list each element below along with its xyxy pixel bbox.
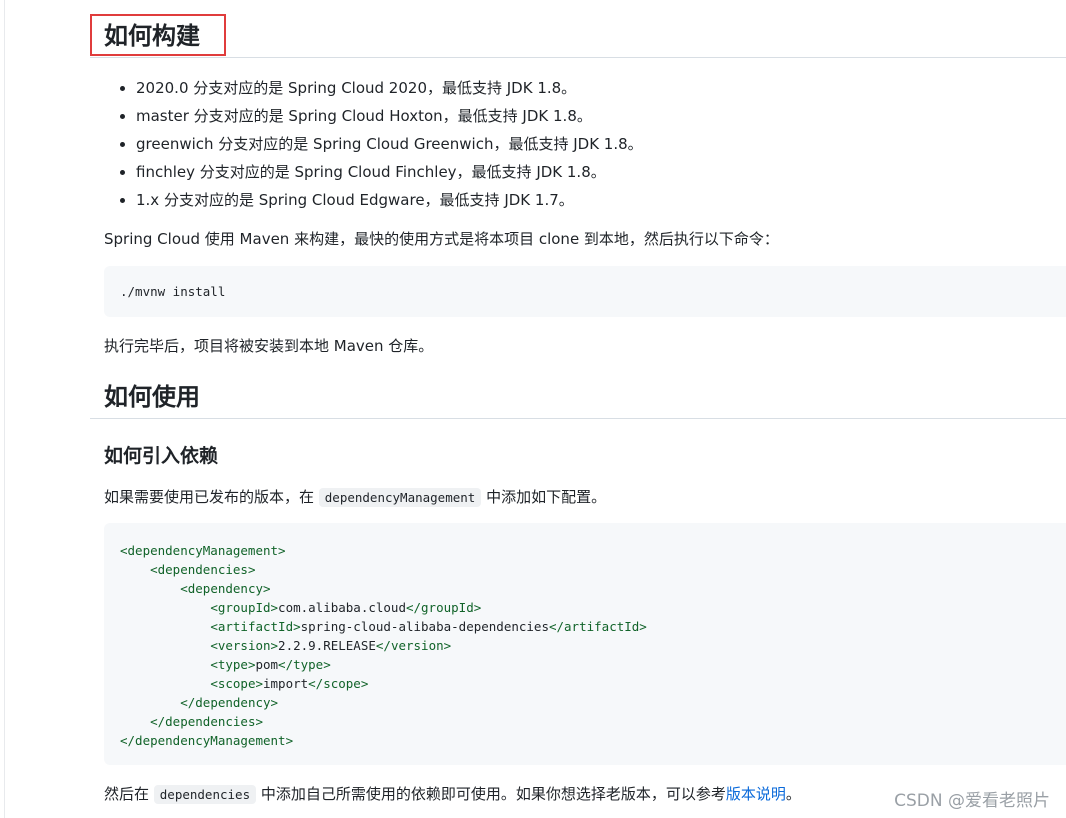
branch-list: 2020.0 分支对应的是 Spring Cloud 2020，最低支持 JDK…: [118, 74, 643, 214]
inline-code-dependency-management: dependencyManagement: [318, 488, 482, 507]
footer-middle: 中添加自己所需使用的依赖即可使用。如果你想选择老版本，可以参考: [256, 785, 726, 803]
branch-item: master 分支对应的是 Spring Cloud Hoxton，最低支持 J…: [136, 102, 643, 130]
dependency-intro-before: 如果需要使用已发布的版本，在: [104, 488, 319, 506]
dependency-footer-text: 然后在 dependencies 中添加自己所需使用的依赖即可使用。如果你想选择…: [104, 782, 801, 807]
csdn-watermark: CSDN @爱看老照片: [894, 791, 1050, 811]
branch-item: finchley 分支对应的是 Spring Cloud Finchley，最低…: [136, 158, 643, 186]
heading-use: 如何使用: [104, 383, 200, 411]
build-intro-text: Spring Cloud 使用 Maven 来构建，最快的使用方式是将本项目 c…: [104, 230, 779, 248]
branch-item: greenwich 分支对应的是 Spring Cloud Greenwich，…: [136, 130, 643, 158]
xml-line: <dependencyManagement>: [120, 543, 286, 558]
page: 如何构建 2020.0 分支对应的是 Spring Cloud 2020，最低支…: [0, 0, 1066, 818]
branch-item: 1.x 分支对应的是 Spring Cloud Edgware，最低支持 JDK…: [136, 186, 643, 214]
left-divider: [4, 0, 5, 818]
heading-use-rule: [90, 418, 1066, 419]
heading-build: 如何构建: [104, 22, 200, 50]
xml-line: <dependencies>: [150, 562, 256, 577]
xml-line: <artifactId>spring-cloud-alibaba-depende…: [210, 619, 647, 634]
xml-code-block[interactable]: <dependencyManagement> <dependencies> <d…: [104, 523, 1066, 765]
xml-line: </dependencyManagement>: [120, 733, 294, 748]
xml-line: <type>pom</type>: [210, 657, 331, 672]
xml-line: <groupId>com.alibaba.cloud</groupId>: [210, 600, 482, 615]
inline-code-dependencies: dependencies: [153, 785, 257, 804]
xml-line: </dependencies>: [150, 714, 263, 729]
branch-item: 2020.0 分支对应的是 Spring Cloud 2020，最低支持 JDK…: [136, 74, 643, 102]
heading-dependencies: 如何引入依赖: [104, 445, 219, 467]
xml-line: <scope>import</scope>: [210, 676, 369, 691]
dependency-intro-text: 如果需要使用已发布的版本，在 dependencyManagement 中添加如…: [104, 485, 606, 510]
xml-line: <version>2.2.9.RELEASE</version>: [210, 638, 452, 653]
install-command: ./mvnw install: [120, 284, 226, 299]
xml-line: <dependency>: [180, 581, 271, 596]
install-command-block[interactable]: ./mvnw install: [104, 266, 1066, 317]
build-after-text: 执行完毕后，项目将被安装到本地 Maven 仓库。: [104, 337, 434, 355]
footer-before: 然后在: [104, 785, 154, 803]
dependency-intro-after: 中添加如下配置。: [481, 488, 607, 506]
version-notes-link[interactable]: 版本说明: [726, 785, 786, 803]
footer-end: 。: [785, 785, 801, 803]
heading-build-rule: [90, 57, 1066, 58]
xml-line: </dependency>: [180, 695, 279, 710]
